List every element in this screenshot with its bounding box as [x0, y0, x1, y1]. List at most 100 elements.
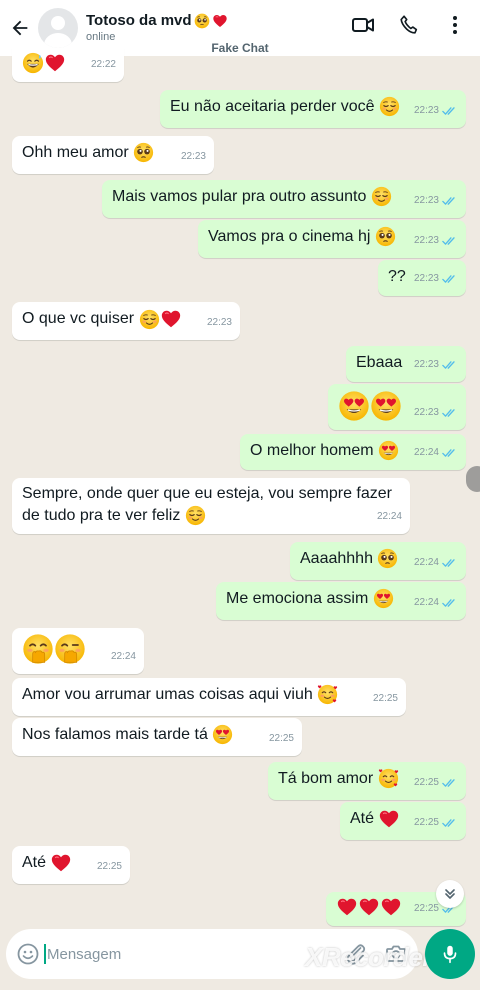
watermark: XRecorder	[305, 942, 433, 972]
message-text: Tá bom amor	[278, 770, 374, 787]
message-text: O que vc quiser	[22, 310, 135, 328]
pleading-face-icon	[194, 13, 210, 29]
more-options-icon[interactable]	[442, 12, 468, 38]
message-text: O melhor homem	[250, 442, 374, 459]
heart-eyes-icon	[373, 588, 394, 609]
message-time: 22:25	[96, 861, 122, 872]
message-text: Até	[350, 810, 375, 828]
message-outgoing[interactable]: Ebaaa 22:23	[346, 346, 466, 382]
contact-info[interactable]: Totoso da mvd online	[86, 12, 228, 44]
message-incoming[interactable]: Até 22:25	[12, 846, 130, 884]
message-text-line1: Sempre, onde quer que eu esteja, vou sem…	[22, 485, 392, 502]
message-outgoing[interactable]: 22:23	[328, 384, 466, 430]
read-ticks-icon	[442, 778, 458, 788]
message-text: Ohh meu amor	[22, 144, 129, 161]
text-cursor	[44, 944, 46, 964]
grin-sweat-icon	[22, 52, 44, 74]
message-text: Me emociona assim	[226, 590, 369, 607]
red-heart-icon	[44, 52, 66, 74]
message-time: 22:23	[413, 195, 439, 206]
message-outgoing[interactable]: Até 22:25	[340, 802, 466, 840]
relieved-face-icon	[371, 186, 392, 207]
message-outgoing[interactable]: Tá bom amor 22:25	[268, 762, 466, 800]
read-ticks-icon	[442, 236, 458, 246]
double-chevron-down-icon	[445, 889, 455, 899]
read-ticks-icon	[442, 106, 458, 116]
message-time: 22:25	[413, 777, 439, 788]
phone-icon[interactable]	[396, 12, 422, 38]
message-text-line2: de tudo pra te ver feliz	[22, 507, 181, 524]
message-text: ??	[388, 268, 406, 285]
message-time: 22:23	[413, 407, 439, 418]
relieved-face-icon	[139, 309, 160, 330]
heart-eyes-icon	[370, 390, 402, 422]
scroll-to-bottom-button[interactable]	[436, 880, 464, 908]
mic-button[interactable]	[425, 929, 475, 979]
hand-over-mouth-icon	[22, 633, 54, 665]
message-incoming[interactable]: Amor vou arrumar umas coisas aqui viuh 2…	[12, 678, 406, 716]
message-text: Amor vou arrumar umas coisas aqui viuh	[22, 686, 313, 703]
message-time: 22:25	[413, 817, 439, 828]
video-call-icon[interactable]	[350, 12, 376, 38]
read-ticks-icon	[442, 448, 458, 458]
message-time: 22:24	[376, 511, 402, 522]
red-heart-icon	[358, 896, 380, 918]
red-heart-icon	[336, 896, 358, 918]
contact-name-row: Totoso da mvd	[86, 12, 228, 30]
back-arrow-icon[interactable]	[4, 12, 36, 44]
message-outgoing[interactable]: Mais vamos pular pra outro assunto 22:23	[102, 180, 466, 218]
message-outgoing[interactable]: ?? 22:23	[378, 260, 466, 296]
message-time: 22:23	[413, 359, 439, 370]
message-text: Até	[22, 854, 47, 872]
message-outgoing[interactable]: Eu não aceitaria perder você 22:23	[160, 90, 466, 128]
message-time: 22:24	[110, 651, 136, 662]
red-heart-icon	[212, 13, 228, 29]
message-time: 22:23	[413, 273, 439, 284]
smiling-hearts-icon	[317, 684, 338, 705]
pleading-face-icon	[133, 142, 154, 163]
read-ticks-icon	[442, 274, 458, 284]
message-time: 22:25	[372, 693, 398, 704]
message-time: 22:23	[413, 235, 439, 246]
red-heart-icon	[160, 308, 182, 330]
message-outgoing[interactable]: Aaaahhhh 22:24	[290, 542, 466, 580]
message-time: 22:23	[206, 317, 232, 328]
hand-over-mouth-wink-icon	[54, 633, 86, 665]
pleading-face-icon	[375, 226, 396, 247]
message-input[interactable]: Mensagem	[47, 946, 121, 963]
message-text: Mais vamos pular pra outro assunto	[112, 188, 367, 205]
message-incoming[interactable]: 22:24	[12, 628, 144, 674]
message-text: Ebaaa	[356, 354, 403, 371]
message-incoming[interactable]: 22:22	[12, 48, 124, 82]
emoji-icon[interactable]	[16, 942, 40, 966]
message-time: 22:25	[413, 903, 439, 914]
read-ticks-icon	[442, 558, 458, 568]
message-outgoing[interactable]: Vamos pra o cinema hj 22:23	[198, 220, 466, 258]
relieved-face-icon	[185, 505, 206, 526]
message-incoming[interactable]: Nos falamos mais tarde tá 22:25	[12, 718, 302, 756]
message-time: 22:24	[413, 597, 439, 608]
message-time: 22:24	[413, 447, 439, 458]
message-outgoing[interactable]: O melhor homem 22:24	[240, 434, 466, 470]
message-incoming[interactable]: Ohh meu amor 22:23	[12, 136, 214, 174]
side-handle[interactable]	[466, 466, 480, 492]
contact-name: Totoso da mvd	[86, 11, 192, 29]
message-text: Aaaahhhh	[300, 550, 373, 567]
red-heart-icon	[50, 852, 72, 874]
message-text: Vamos pra o cinema hj	[208, 228, 371, 245]
read-ticks-icon	[442, 360, 458, 370]
message-incoming[interactable]: Sempre, onde quer que eu esteja, vou sem…	[12, 478, 410, 534]
message-incoming[interactable]: O que vc quiser 22:23	[12, 302, 240, 340]
message-time: 22:23	[180, 151, 206, 162]
heart-eyes-icon	[378, 440, 399, 461]
message-time: 22:25	[268, 733, 294, 744]
read-ticks-icon	[442, 408, 458, 418]
heart-eyes-icon	[338, 390, 370, 422]
read-ticks-icon	[442, 818, 458, 828]
message-time: 22:23	[413, 105, 439, 116]
message-time: 22:22	[90, 59, 116, 70]
message-outgoing[interactable]: Me emociona assim 22:24	[216, 582, 466, 620]
smiling-hearts-icon	[378, 768, 399, 789]
pleading-face-icon	[377, 548, 398, 569]
red-heart-icon	[380, 896, 402, 918]
